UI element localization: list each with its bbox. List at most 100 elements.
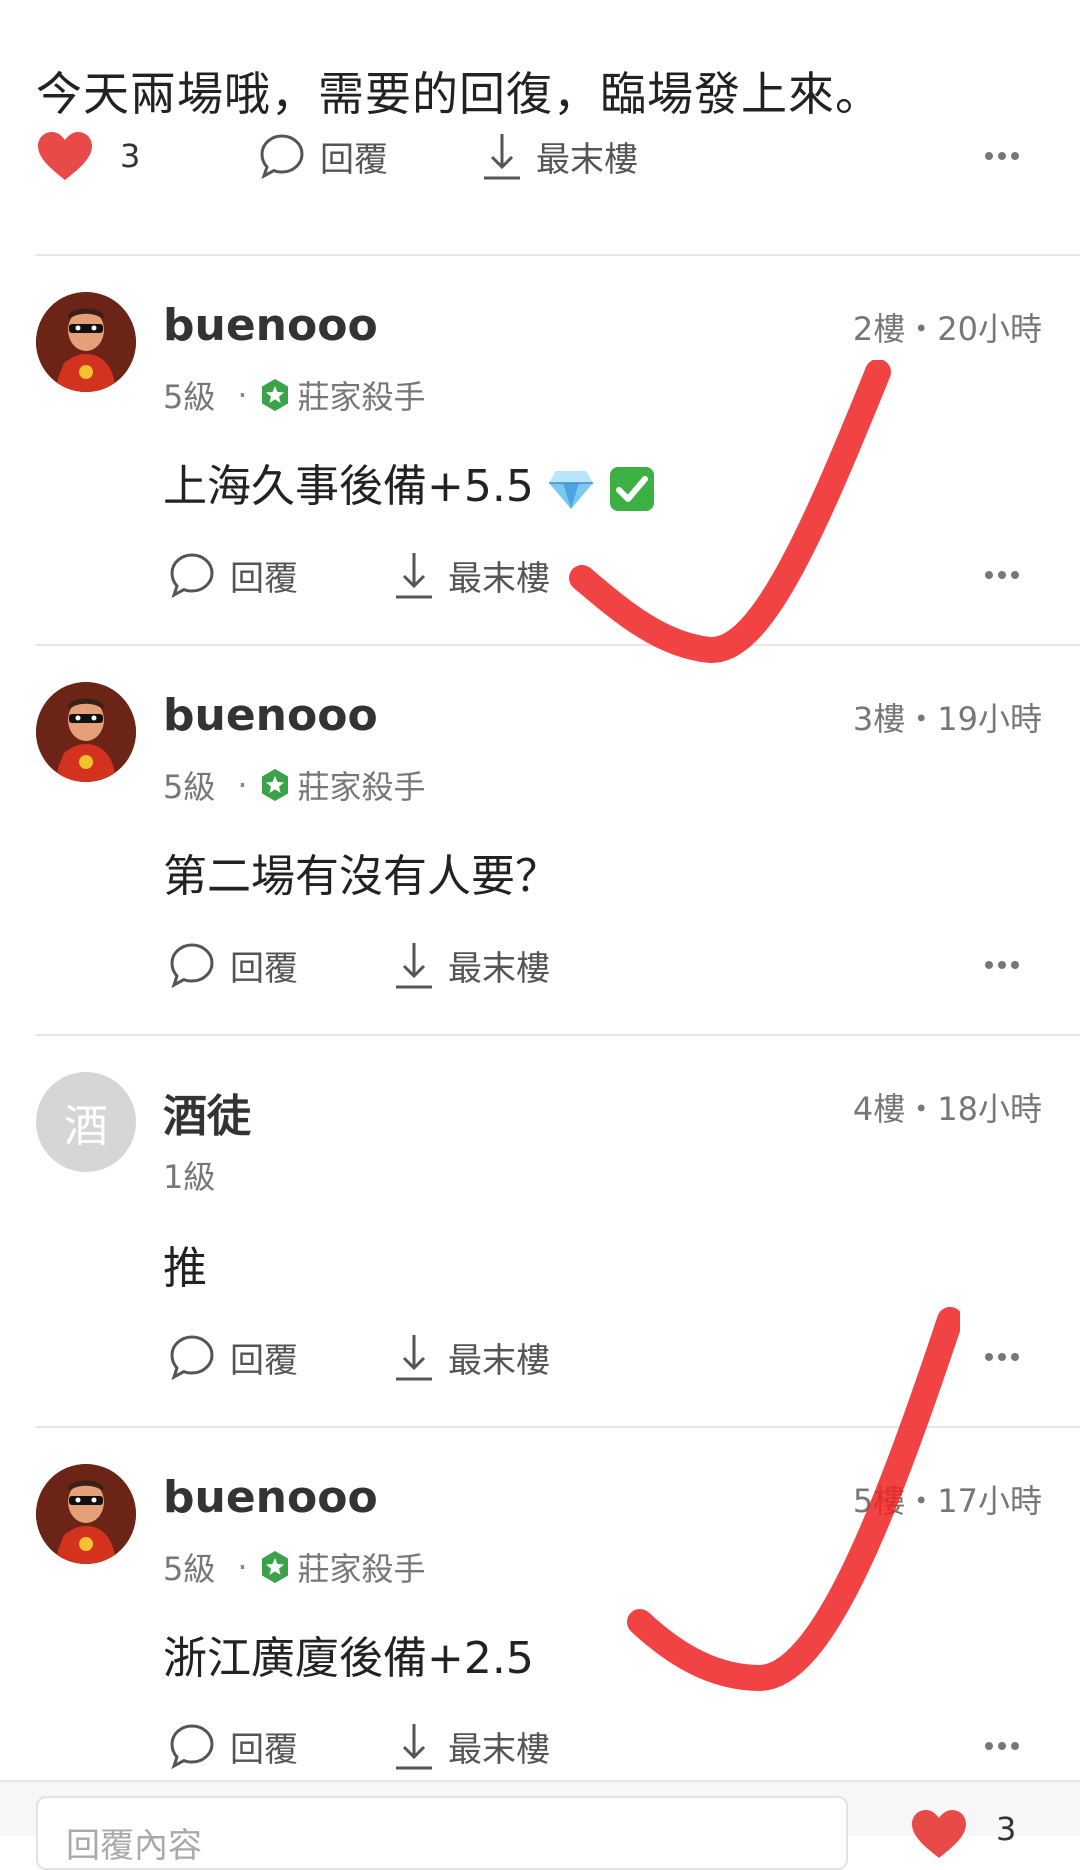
post-action-bar: 3 回覆 最末樓 <box>0 126 1080 186</box>
post-like-count: 3 <box>120 137 141 175</box>
comment-action-bar: 回覆 最末樓 <box>0 935 1080 995</box>
user-meta: 1級 <box>163 1152 215 1198</box>
meta-separator: · <box>237 376 248 414</box>
reply-label: 回覆 <box>230 948 298 989</box>
user-badge-label: 莊家殺手 <box>297 378 426 416</box>
comment-text: 浙江廣廈後備+2.5 <box>163 1633 534 1684</box>
user-level: 5級 <box>163 768 216 806</box>
user-meta: 5級 · 莊家殺手 <box>163 372 426 418</box>
comment-text: 上海久事後備+5.5 <box>163 461 534 512</box>
avatar[interactable] <box>36 682 136 782</box>
meta-separator: · <box>237 766 248 804</box>
reply-button[interactable]: 回覆 <box>168 935 298 995</box>
username[interactable]: buenooo <box>163 300 378 351</box>
comment-bubble-icon <box>170 553 214 599</box>
check-box-emoji-icon <box>609 467 654 511</box>
reply-label: 回覆 <box>230 1729 298 1770</box>
star-badge-icon <box>261 379 288 411</box>
post-text: 今天兩場哦，需要的回復，臨場發上來。 <box>36 67 882 121</box>
divider <box>36 254 1080 256</box>
arrow-down-to-line-icon <box>396 1724 432 1770</box>
comment-content: 上海久事後備+5.5 <box>163 450 656 514</box>
last-floor-label: 最末樓 <box>448 948 550 989</box>
comment-content: 第二場有沒有人要？ <box>163 840 559 904</box>
comment-content: 浙江廣廈後備+2.5 <box>163 1622 534 1686</box>
comment-action-bar: 回覆 最末樓 <box>0 1716 1080 1776</box>
gem-emoji-icon <box>548 471 593 509</box>
arrow-down-to-line-icon <box>396 943 432 989</box>
superhero-avatar-icon <box>36 1464 136 1564</box>
floor-time: 3樓・19小時 <box>852 700 1042 738</box>
more-dots-icon <box>985 152 1019 160</box>
divider <box>36 1426 1080 1428</box>
last-floor-button[interactable]: 最末樓 <box>394 1327 550 1387</box>
more-button[interactable] <box>984 935 1020 995</box>
more-button[interactable] <box>984 545 1020 605</box>
post-last-floor-button[interactable]: 最末樓 <box>482 126 638 186</box>
floor-time: 5樓・17小時 <box>852 1482 1042 1520</box>
last-floor-button[interactable]: 最末樓 <box>394 1716 550 1776</box>
checkmark-annotation-icon <box>569 360 891 663</box>
star-badge-icon <box>261 1551 288 1583</box>
comment-text: 推 <box>163 1243 207 1294</box>
username[interactable]: 酒徒 <box>163 1080 251 1144</box>
meta-separator: · <box>237 1548 248 1586</box>
comment-bubble-icon <box>170 943 214 989</box>
user-meta: 5級 · 莊家殺手 <box>163 762 426 808</box>
last-floor-label: 最末樓 <box>448 1340 550 1381</box>
username[interactable]: buenooo <box>163 1472 378 1523</box>
comment-content: 推 <box>163 1232 207 1296</box>
post-reply-button[interactable]: 回覆 <box>258 126 388 186</box>
comment-bubble-icon <box>260 134 304 180</box>
username[interactable]: buenooo <box>163 690 378 741</box>
bottom-like-count: 3 <box>996 1810 1017 1848</box>
heart-icon <box>38 132 92 180</box>
reply-button[interactable]: 回覆 <box>168 545 298 605</box>
user-level: 5級 <box>163 378 216 416</box>
reply-input[interactable]: 回覆內容 <box>36 1796 848 1870</box>
user-badge-label: 莊家殺手 <box>297 1550 426 1588</box>
arrow-down-to-line-icon <box>396 553 432 599</box>
comment-action-bar: 回覆 最末樓 <box>0 545 1080 605</box>
more-button[interactable] <box>984 1716 1020 1776</box>
reply-button[interactable]: 回覆 <box>168 1327 298 1387</box>
superhero-avatar-icon <box>36 682 136 782</box>
more-dots-icon <box>985 1742 1019 1750</box>
last-floor-label: 最末樓 <box>448 1729 550 1770</box>
post-like-button[interactable]: 3 <box>36 126 140 186</box>
post-more-button[interactable] <box>984 126 1020 186</box>
arrow-down-to-line-icon <box>484 134 520 180</box>
reply-input-placeholder: 回覆內容 <box>66 1826 202 1866</box>
reply-label: 回覆 <box>230 558 298 599</box>
reply-button[interactable]: 回覆 <box>168 1716 298 1776</box>
reply-label: 回覆 <box>230 1340 298 1381</box>
floor-time: 4樓・18小時 <box>852 1090 1042 1128</box>
user-level: 5級 <box>163 1550 216 1588</box>
post-last-floor-label: 最末樓 <box>536 139 638 180</box>
comment-bubble-icon <box>170 1724 214 1770</box>
floor-time: 2樓・20小時 <box>852 310 1042 348</box>
user-meta: 5級 · 莊家殺手 <box>163 1544 426 1590</box>
comment-text: 第二場有沒有人要？ <box>163 851 559 902</box>
divider <box>36 644 1080 646</box>
more-dots-icon <box>985 961 1019 969</box>
more-button[interactable] <box>984 1327 1020 1387</box>
avatar[interactable]: 酒 <box>36 1072 136 1172</box>
more-dots-icon <box>985 1353 1019 1361</box>
post-reply-label: 回覆 <box>320 139 388 180</box>
more-dots-icon <box>985 571 1019 579</box>
last-floor-label: 最末樓 <box>448 558 550 599</box>
last-floor-button[interactable]: 最末樓 <box>394 935 550 995</box>
arrow-down-to-line-icon <box>396 1335 432 1381</box>
avatar[interactable] <box>36 1464 136 1564</box>
comment-action-bar: 回覆 最末樓 <box>0 1327 1080 1387</box>
user-level: 1級 <box>163 1158 216 1196</box>
superhero-avatar-icon <box>36 292 136 392</box>
avatar[interactable] <box>36 292 136 392</box>
star-badge-icon <box>261 769 288 801</box>
heart-icon[interactable] <box>910 1808 968 1860</box>
comment-bubble-icon <box>170 1335 214 1381</box>
last-floor-button[interactable]: 最末樓 <box>394 545 550 605</box>
user-badge-label: 莊家殺手 <box>297 768 426 806</box>
divider <box>36 1034 1080 1036</box>
